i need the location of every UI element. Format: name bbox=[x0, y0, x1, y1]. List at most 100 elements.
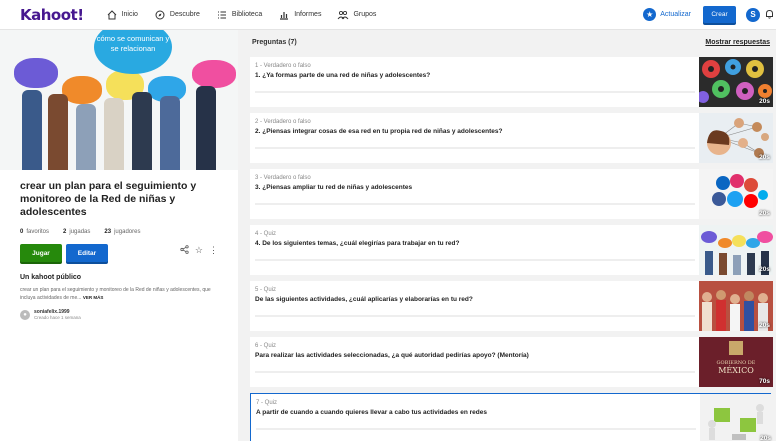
created-date: Creado hace 1 semana bbox=[34, 315, 81, 320]
time-limit: 70s bbox=[759, 378, 770, 385]
person-figure bbox=[196, 86, 216, 170]
author-avatar-icon[interactable]: ● bbox=[20, 310, 30, 320]
top-navigation-bar: Kahoot! Inicio Descubre Biblioteca Infor… bbox=[0, 0, 776, 30]
compass-icon bbox=[154, 9, 166, 21]
time-limit: 20s bbox=[759, 322, 770, 329]
question-type: 5 - Quiz bbox=[255, 287, 277, 293]
secondary-actions: ☆ ⋮ bbox=[180, 245, 218, 256]
upgrade-button[interactable]: ★ Actualizar bbox=[643, 8, 691, 21]
edit-button[interactable]: Editar bbox=[66, 244, 108, 262]
question-text-area: 3 - Verdadero o falso 3. ¿Piensas amplia… bbox=[250, 169, 699, 219]
question-text-area: 6 - Quiz Para realizar las actividades s… bbox=[250, 337, 699, 387]
star-badge-icon: ★ bbox=[643, 8, 657, 21]
cover-caption: cómo se comunican y se relacionan bbox=[94, 30, 172, 74]
person-figure bbox=[104, 98, 124, 170]
question-type: 3 - Verdadero o falso bbox=[255, 175, 311, 181]
author-info: ● soniafelix.1999 Creado hace 1 semana bbox=[0, 302, 238, 321]
question-card[interactable]: 4 - Quiz 4. De los siguientes temas, ¿cu… bbox=[250, 225, 773, 275]
question-type: 6 - Quiz bbox=[255, 343, 277, 349]
person-figure bbox=[76, 104, 96, 170]
question-text: 2. ¿Piensas integrar cosas de esa red en… bbox=[255, 128, 503, 135]
question-type: 7 - Quiz bbox=[256, 400, 278, 406]
question-thumbnail: 20s bbox=[699, 281, 773, 331]
time-limit: 20s bbox=[759, 266, 770, 273]
question-text-area: 2 - Verdadero o falso 2. ¿Piensas integr… bbox=[250, 113, 699, 163]
upgrade-label: Actualizar bbox=[660, 11, 691, 18]
question-thumbnail: 20s bbox=[699, 225, 773, 275]
speech-bubble-purple bbox=[14, 58, 58, 88]
time-limit: 20s bbox=[759, 210, 770, 217]
questions-panel: Preguntas (7) Mostrar respuestas 1 - Ver… bbox=[238, 30, 776, 441]
visibility-heading: Un kahoot público bbox=[20, 274, 82, 281]
play-button[interactable]: Jugar bbox=[20, 244, 62, 262]
question-thumbnail: 20s bbox=[700, 394, 774, 441]
question-text: 1. ¿Ya formas parte de una red de niñas … bbox=[255, 72, 431, 79]
question-text: De las siguientes actividades, ¿cuál apl… bbox=[255, 296, 473, 303]
nav-label: Biblioteca bbox=[231, 11, 263, 18]
star-icon[interactable]: ☆ bbox=[195, 245, 203, 256]
question-text: A partir de cuando a cuando quieres llev… bbox=[256, 409, 487, 416]
questions-count: Preguntas (7) bbox=[252, 39, 297, 46]
kahoot-details-panel: cómo se comunican y se relacionan crear … bbox=[0, 30, 238, 441]
question-card[interactable]: 3 - Verdadero o falso 3. ¿Piensas amplia… bbox=[250, 169, 773, 219]
question-text: 4. De los siguientes temas, ¿cuál elegir… bbox=[255, 240, 460, 247]
header-actions: ★ Actualizar Crear S bbox=[643, 6, 776, 23]
question-divider bbox=[256, 428, 696, 430]
time-limit: 20s bbox=[760, 435, 771, 441]
question-card[interactable]: 5 - Quiz De las siguientes actividades, … bbox=[250, 281, 773, 331]
nav-item-inicio[interactable]: Inicio bbox=[106, 9, 138, 21]
plays-stat: 2 jugadas bbox=[63, 229, 91, 235]
share-icon[interactable] bbox=[180, 244, 189, 256]
question-text-area: 4 - Quiz 4. De los siguientes temas, ¿cu… bbox=[250, 225, 699, 275]
time-limit: 20s bbox=[759, 98, 770, 105]
question-thumbnail: 20s bbox=[699, 57, 773, 107]
read-more-link[interactable]: VER MÁS bbox=[83, 295, 104, 300]
question-text-area: 7 - Quiz A partir de cuando a cuando qui… bbox=[251, 394, 700, 441]
person-figure bbox=[160, 96, 180, 170]
question-card[interactable]: 1 - Verdadero o falso 1. ¿Ya formas part… bbox=[250, 57, 773, 107]
question-text-area: 5 - Quiz De las siguientes actividades, … bbox=[250, 281, 699, 331]
bar-chart-icon bbox=[278, 9, 290, 21]
main-nav: Inicio Descubre Biblioteca Informes Grup… bbox=[106, 9, 393, 21]
speech-bubble-orange bbox=[62, 76, 102, 104]
question-divider bbox=[255, 91, 695, 93]
home-icon bbox=[106, 9, 118, 21]
questions-header: Preguntas (7) Mostrar respuestas bbox=[238, 30, 776, 55]
nav-item-biblioteca[interactable]: Biblioteca bbox=[216, 9, 262, 21]
question-card-selected[interactable]: 7 - Quiz A partir de cuando a cuando qui… bbox=[250, 393, 774, 441]
nav-item-descubre[interactable]: Descubre bbox=[154, 9, 200, 21]
create-button[interactable]: Crear bbox=[703, 6, 736, 23]
question-text-area: 1 - Verdadero o falso 1. ¿Ya formas part… bbox=[250, 57, 699, 107]
question-divider bbox=[255, 371, 695, 373]
person-figure bbox=[22, 90, 42, 170]
kahoot-logo[interactable]: Kahoot! bbox=[20, 6, 84, 24]
kahoot-description: crear un plan para el seguimiento y moni… bbox=[0, 281, 238, 302]
question-type: 1 - Verdadero o falso bbox=[255, 63, 311, 69]
favorites-stat: 0 favoritos bbox=[20, 229, 50, 235]
question-thumbnail: GOBIERNO DE MÉXICO 70s bbox=[699, 337, 773, 387]
group-icon bbox=[337, 9, 349, 21]
question-text: 3. ¿Piensas ampliar tu red de niñas y ad… bbox=[255, 184, 413, 191]
question-divider bbox=[255, 315, 695, 317]
more-options-icon[interactable]: ⋮ bbox=[209, 245, 218, 256]
nav-label: Descubre bbox=[169, 11, 200, 18]
question-thumbnail: 20s bbox=[699, 169, 773, 219]
question-card[interactable]: 2 - Verdadero o falso 2. ¿Piensas integr… bbox=[250, 113, 773, 163]
question-card[interactable]: 6 - Quiz Para realizar las actividades s… bbox=[250, 337, 773, 387]
list-icon bbox=[216, 9, 228, 21]
kahoot-title: crear un plan para el seguimiento y moni… bbox=[20, 180, 197, 218]
user-avatar[interactable]: S bbox=[746, 7, 760, 22]
question-divider bbox=[255, 147, 695, 149]
nav-item-grupos[interactable]: Grupos bbox=[337, 9, 376, 21]
kahoot-stats: 0 favoritos 2 jugadas 23 jugadores bbox=[0, 219, 238, 235]
players-stat: 23 jugadores bbox=[104, 229, 141, 235]
question-thumbnail: 20s bbox=[699, 113, 773, 163]
puzzle-figures-image bbox=[708, 404, 764, 440]
nav-label: Grupos bbox=[353, 11, 377, 18]
author-text: soniafelix.1999 Creado hace 1 semana bbox=[34, 309, 81, 321]
show-answers-link[interactable]: Mostrar respuestas bbox=[705, 39, 770, 55]
cover-image: cómo se comunican y se relacionan bbox=[0, 30, 238, 170]
time-limit: 20s bbox=[759, 154, 770, 161]
bell-icon[interactable] bbox=[765, 9, 774, 21]
nav-item-informes[interactable]: Informes bbox=[278, 9, 321, 21]
